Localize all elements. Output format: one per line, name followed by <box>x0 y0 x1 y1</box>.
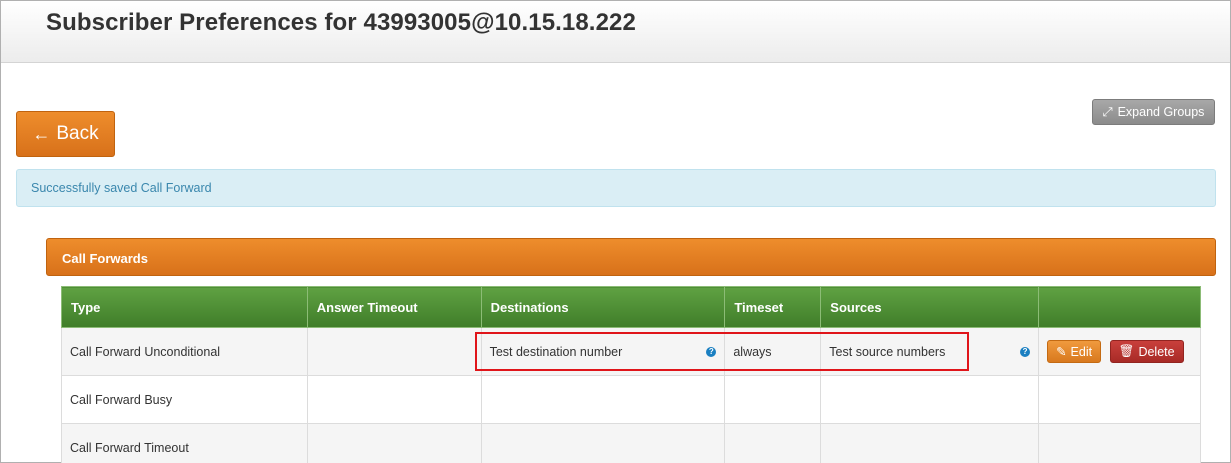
cell-type: Call Forward Timeout <box>61 423 308 463</box>
edit-button[interactable]: ✎ Edit <box>1047 340 1102 363</box>
cell-answer-timeout <box>306 423 482 463</box>
cell-actions <box>1038 375 1201 424</box>
cell-sources: Test source numbers ? <box>820 327 1040 376</box>
cell-sources <box>820 423 1040 463</box>
question-circle-icon[interactable]: ? <box>706 346 717 357</box>
cell-actions: ✎ Edit 🗑 Delete <box>1038 327 1201 376</box>
table-row: Call Forward Unconditional Test destinat… <box>61 327 1201 376</box>
sources-value: Test source numbers <box>829 344 946 359</box>
expand-icon: ⤢ <box>1102 104 1113 119</box>
column-header-timeset: Timeset <box>724 286 822 328</box>
column-header-destinations: Destinations <box>480 286 726 328</box>
cell-type: Call Forward Unconditional <box>61 327 308 376</box>
cell-destinations <box>480 423 726 463</box>
cell-type: Call Forward Busy <box>61 375 308 424</box>
arrow-left-icon: ← <box>32 123 51 144</box>
delete-button[interactable]: 🗑 Delete <box>1109 340 1184 363</box>
destinations-value: Test destination number <box>489 344 623 359</box>
cell-actions <box>1038 423 1201 463</box>
edit-icon: ✎ <box>1056 345 1067 359</box>
table-row: Call Forward Busy <box>61 375 1201 424</box>
column-header-type: Type <box>61 286 308 328</box>
cell-timeset <box>724 423 822 463</box>
back-button[interactable]: ← Back <box>16 111 115 157</box>
table-header-row: Type Answer Timeout Destinations Timeset… <box>61 286 1201 328</box>
success-alert: Successfully saved Call Forward <box>16 169 1216 207</box>
expand-groups-button[interactable]: ⤢ Expand Groups <box>1092 99 1215 125</box>
cell-sources <box>820 375 1040 424</box>
column-header-answer-timeout: Answer Timeout <box>306 286 482 328</box>
cell-answer-timeout <box>306 375 482 424</box>
delete-button-label: Delete <box>1138 344 1175 359</box>
panel-title: Call Forwards <box>62 251 148 266</box>
cell-timeset: always <box>724 327 822 376</box>
trash-icon: 🗑 <box>1118 344 1135 358</box>
table-row: Call Forward Timeout <box>61 423 1201 463</box>
call-forwards-panel-header[interactable]: Call Forwards <box>46 238 1216 276</box>
expand-groups-label: Expand Groups <box>1117 105 1205 119</box>
column-header-actions <box>1038 286 1201 328</box>
cell-destinations: Test destination number ? <box>480 327 726 376</box>
page-header: Subscriber Preferences for 43993005@10.1… <box>1 1 1230 63</box>
column-header-sources: Sources <box>820 286 1040 328</box>
edit-button-label: Edit <box>1070 344 1093 359</box>
back-button-label: Back <box>56 123 99 144</box>
alert-message: Successfully saved Call Forward <box>31 181 212 195</box>
page-title: Subscriber Preferences for 43993005@10.1… <box>46 9 636 36</box>
question-circle-icon[interactable]: ? <box>1020 346 1031 357</box>
cell-answer-timeout <box>306 327 482 376</box>
cell-destinations <box>480 375 726 424</box>
call-forwards-table: Type Answer Timeout Destinations Timeset… <box>61 286 1201 463</box>
cell-timeset <box>724 375 822 424</box>
